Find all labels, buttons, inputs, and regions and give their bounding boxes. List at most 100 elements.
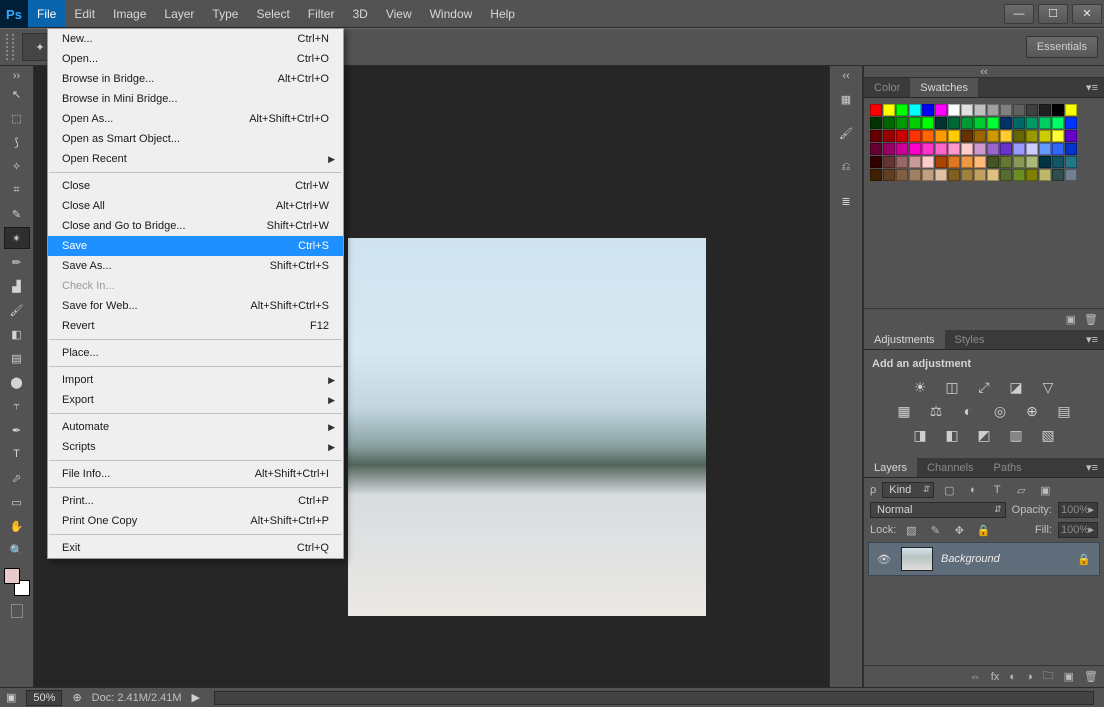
swatch[interactable] [948, 117, 960, 129]
swatch[interactable] [935, 104, 947, 116]
swatch[interactable] [1039, 130, 1051, 142]
swatch[interactable] [974, 169, 986, 181]
swatch[interactable] [1013, 130, 1025, 142]
link-layers-icon[interactable]: ⇔ [970, 671, 981, 683]
swatch[interactable] [974, 117, 986, 129]
lock-transparency-icon[interactable]: ▨ [902, 524, 920, 537]
options-drag-handle[interactable] [6, 34, 14, 60]
menu-3d[interactable]: 3D [343, 0, 376, 27]
swatch[interactable] [1065, 156, 1077, 168]
swatch[interactable] [883, 143, 895, 155]
swatch[interactable] [961, 117, 973, 129]
maximize-button[interactable]: ☐ [1038, 4, 1068, 24]
hue-icon[interactable]: ▦ [894, 402, 914, 420]
swatch[interactable] [935, 130, 947, 142]
color-picker[interactable] [4, 568, 30, 596]
swatch[interactable] [961, 104, 973, 116]
layer-row[interactable]: 👁 Background 🔒 [868, 542, 1100, 576]
file-menu-item[interactable]: Open Recent [48, 149, 343, 169]
swatch[interactable] [1065, 169, 1077, 181]
swatch[interactable] [870, 117, 882, 129]
new-swatch-icon[interactable]: ▣ [1066, 313, 1076, 326]
swatch[interactable] [922, 104, 934, 116]
swatch[interactable] [974, 130, 986, 142]
status-corner-icon[interactable]: ▣ [6, 691, 16, 704]
zoom-display[interactable]: 50% [26, 690, 62, 706]
marquee-tool[interactable]: ⬚ [4, 107, 30, 129]
swatch[interactable] [896, 143, 908, 155]
swatch[interactable] [870, 169, 882, 181]
threshold-icon[interactable]: ◩ [974, 426, 994, 444]
swatch[interactable] [896, 156, 908, 168]
menu-image[interactable]: Image [104, 0, 155, 27]
file-menu-item[interactable]: Import [48, 370, 343, 390]
menu-edit[interactable]: Edit [65, 0, 104, 27]
swatch[interactable] [922, 169, 934, 181]
menu-view[interactable]: View [377, 0, 421, 27]
swatch[interactable] [1000, 156, 1012, 168]
paths-tab[interactable]: Paths [984, 458, 1032, 477]
brush-tool[interactable]: ✏ [4, 251, 30, 273]
swatch[interactable] [1026, 143, 1038, 155]
swatch[interactable] [1052, 169, 1064, 181]
swatch[interactable] [1026, 117, 1038, 129]
dock-collapse[interactable]: ‹‹ [830, 70, 862, 82]
layer-fx-icon[interactable]: fx [991, 671, 1000, 683]
crop-tool[interactable]: ⌗ [4, 179, 30, 201]
channels-tab[interactable]: Channels [917, 458, 983, 477]
menu-file[interactable]: File [28, 0, 65, 27]
file-menu-item[interactable]: Close and Go to Bridge...Shift+Ctrl+W [48, 216, 343, 236]
hand-tool[interactable]: ✋ [4, 515, 30, 537]
document-canvas[interactable] [348, 238, 706, 616]
swatch[interactable] [987, 130, 999, 142]
swatch[interactable] [922, 130, 934, 142]
levels-icon[interactable]: ◫ [942, 378, 962, 396]
swatch[interactable] [1013, 117, 1025, 129]
blur-tool[interactable]: ⬤ [4, 371, 30, 393]
swatch[interactable] [987, 117, 999, 129]
swatch[interactable] [974, 104, 986, 116]
channel-mixer-icon[interactable]: ⊕ [1022, 402, 1042, 420]
swatch[interactable] [896, 130, 908, 142]
clone-source-icon[interactable]: ⎌ [833, 154, 859, 180]
file-menu-item[interactable]: CloseCtrl+W [48, 176, 343, 196]
fill-input[interactable]: 100% [1058, 522, 1098, 538]
swatch[interactable] [948, 143, 960, 155]
swatch[interactable] [1000, 143, 1012, 155]
swatch[interactable] [909, 130, 921, 142]
magic-wand-tool[interactable]: ✧ [4, 155, 30, 177]
vibrance-icon[interactable]: ▽ [1038, 378, 1058, 396]
swatch[interactable] [987, 143, 999, 155]
swatch[interactable] [935, 117, 947, 129]
doc-info-arrow[interactable]: ▶ [192, 691, 200, 704]
properties-icon[interactable]: ≣ [833, 188, 859, 214]
swatch[interactable] [1052, 143, 1064, 155]
path-selection-tool[interactable]: ⬀ [4, 467, 30, 489]
swatch[interactable] [883, 117, 895, 129]
swatches-tab[interactable]: Swatches [910, 78, 978, 97]
menu-layer[interactable]: Layer [155, 0, 203, 27]
file-menu-item[interactable]: Browse in Mini Bridge... [48, 89, 343, 109]
file-menu-item[interactable]: Export [48, 390, 343, 410]
swatch[interactable] [974, 156, 986, 168]
foreground-color-swatch[interactable] [4, 568, 20, 584]
swatch[interactable] [909, 104, 921, 116]
swatch[interactable] [1000, 130, 1012, 142]
filter-adjust-icon[interactable]: ◐ [964, 484, 982, 496]
group-icon[interactable]: 🗀 [1043, 667, 1054, 686]
brush-panel-icon[interactable]: 🖌 [833, 120, 859, 146]
swatch[interactable] [1013, 169, 1025, 181]
swatch[interactable] [896, 117, 908, 129]
swatch[interactable] [883, 169, 895, 181]
visibility-toggle-icon[interactable]: 👁 [877, 553, 893, 566]
swatch[interactable] [1039, 156, 1051, 168]
clone-stamp-tool[interactable]: ▟ [4, 275, 30, 297]
move-tool[interactable]: ↖ [4, 83, 30, 105]
menu-select[interactable]: Select [247, 0, 298, 27]
swatch[interactable] [987, 104, 999, 116]
swatch[interactable] [948, 156, 960, 168]
swatch[interactable] [1039, 104, 1051, 116]
file-menu-item[interactable]: Print...Ctrl+P [48, 491, 343, 511]
curves-icon[interactable]: ⤢ [974, 378, 994, 396]
menu-type[interactable]: Type [203, 0, 247, 27]
